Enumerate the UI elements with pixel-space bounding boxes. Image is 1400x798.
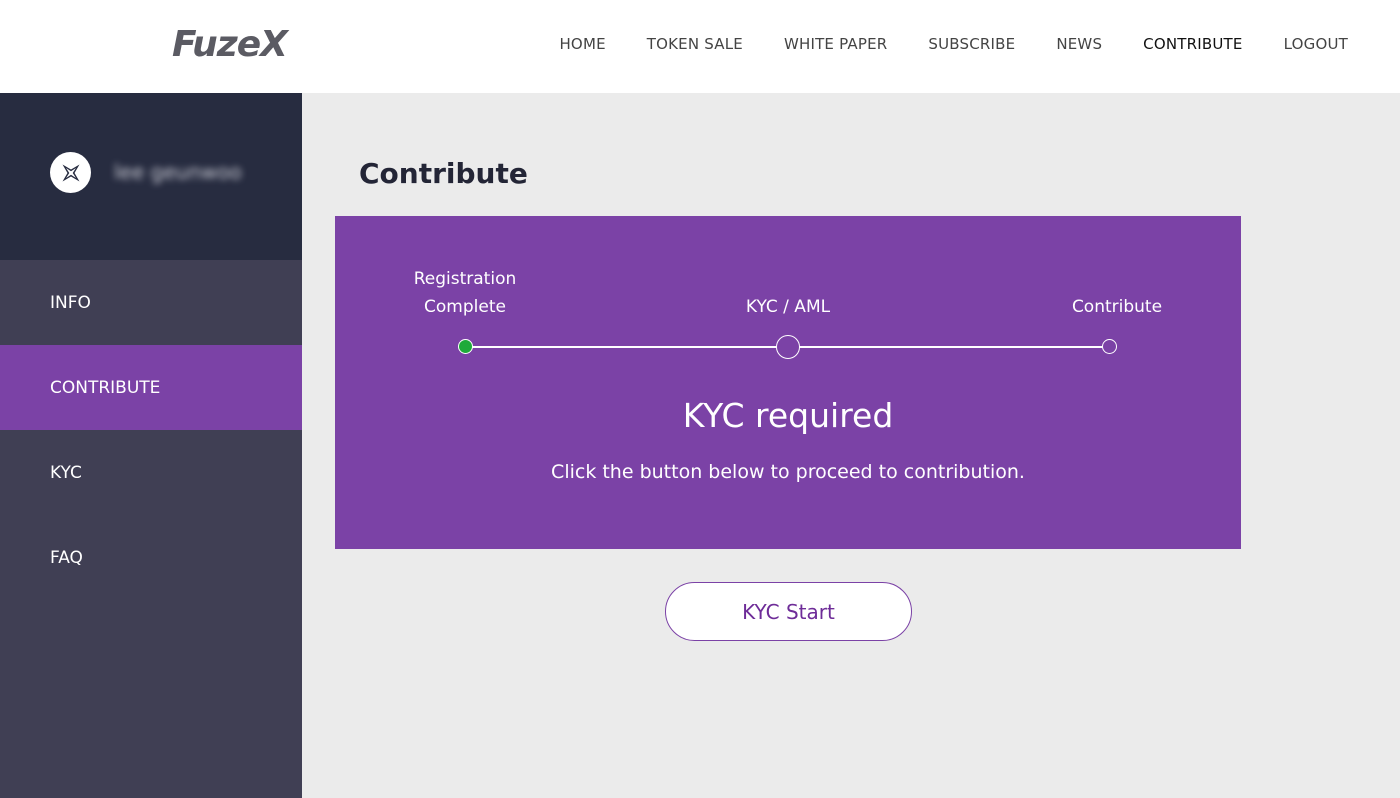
sidebar-menu: INFO CONTRIBUTE KYC FAQ — [0, 260, 302, 600]
step-label-registration-line2: Complete — [424, 297, 506, 317]
nav-token-sale[interactable]: TOKEN SALE — [647, 35, 743, 53]
sidebar-item-faq[interactable]: FAQ — [0, 515, 302, 600]
nav-logout[interactable]: LOGOUT — [1284, 35, 1348, 53]
nav-contribute[interactable]: CONTRIBUTE — [1143, 35, 1242, 53]
kyc-heading: KYC required — [682, 396, 894, 435]
sidebar: lee geunwoo INFO CONTRIBUTE KYC FAQ — [0, 93, 302, 798]
top-header: FuzeX HOME TOKEN SALE WHITE PAPER SUBSCR… — [0, 0, 1400, 93]
nav-news[interactable]: NEWS — [1056, 35, 1102, 53]
step-dot-pending — [1102, 339, 1117, 354]
kyc-subtext: Click the button below to proceed to con… — [551, 461, 1025, 483]
sidebar-item-info[interactable]: INFO — [0, 260, 302, 345]
avatar — [50, 152, 91, 193]
fuzex-logo-icon — [62, 164, 79, 181]
step-label-kyc-aml: KYC / AML — [745, 297, 831, 317]
step-dot-current — [776, 335, 800, 359]
kyc-status-panel: Registration Complete KYC / AML Contribu… — [335, 216, 1241, 549]
sidebar-item-contribute[interactable]: CONTRIBUTE — [0, 345, 302, 430]
nav-subscribe[interactable]: SUBSCRIBE — [928, 35, 1015, 53]
nav-home[interactable]: HOME — [559, 35, 605, 53]
sidebar-item-kyc[interactable]: KYC — [0, 430, 302, 515]
step-label-registration-line1: Registration — [413, 269, 517, 289]
page-title: Contribute — [359, 157, 528, 190]
top-nav: HOME TOKEN SALE WHITE PAPER SUBSCRIBE NE… — [559, 35, 1348, 53]
nav-white-paper[interactable]: WHITE PAPER — [784, 35, 887, 53]
username: lee geunwoo — [114, 160, 242, 184]
step-label-registration: Registration Complete — [395, 265, 535, 321]
step-dot-complete — [458, 339, 473, 354]
user-profile: lee geunwoo — [0, 93, 302, 260]
fuzex-logo[interactable]: FuzeX — [172, 24, 288, 65]
kyc-start-button[interactable]: KYC Start — [665, 582, 912, 641]
step-label-contribute: Contribute — [1071, 297, 1163, 317]
